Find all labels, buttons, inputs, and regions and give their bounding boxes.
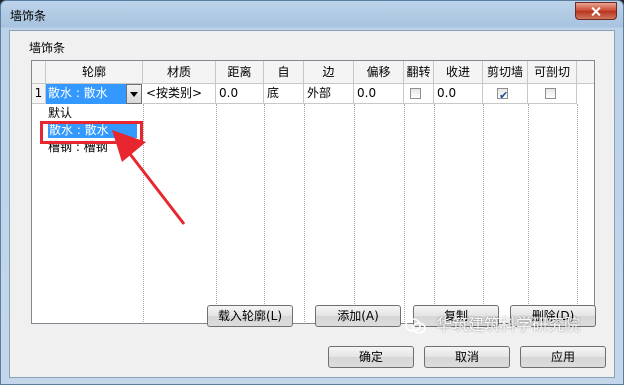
header-profile[interactable]: 轮廓 — [46, 61, 143, 84]
dialog-window: 墙饰条 墙饰条 轮廓 材质 距离 自 边 偏移 翻转 收进 剪切墙 可剖切 1 … — [0, 0, 624, 385]
column-divider — [528, 104, 529, 323]
offset-cell[interactable]: 0.0 — [354, 84, 404, 104]
wechat-icon — [405, 317, 426, 334]
setback-cell[interactable]: 0.0 — [434, 84, 483, 104]
header-side[interactable]: 边 — [304, 61, 354, 84]
header-material[interactable]: 材质 — [143, 61, 216, 84]
close-button[interactable] — [575, 2, 617, 20]
column-divider — [434, 104, 435, 323]
cuttable-checkbox[interactable] — [545, 88, 556, 99]
header-cuttable[interactable]: 可剖切 — [528, 61, 577, 84]
profile-dropdown-button[interactable] — [126, 84, 142, 104]
distance-cell[interactable]: 0.0 — [216, 84, 264, 104]
header-from[interactable]: 自 — [264, 61, 304, 84]
column-divider — [264, 104, 265, 323]
header-flip[interactable]: 翻转 — [404, 61, 434, 84]
header-corner — [32, 61, 46, 84]
cut-wall-checkbox[interactable]: ✔ — [497, 88, 508, 102]
header-cut-wall[interactable]: 剪切墙 — [483, 61, 528, 84]
header-distance[interactable]: 距离 — [216, 61, 264, 84]
row-number: 1 — [32, 84, 46, 104]
annotation-arrow-icon — [112, 130, 186, 225]
cuttable-cell — [528, 84, 577, 104]
group-label: 墙饰条 — [29, 41, 66, 55]
header-offset[interactable]: 偏移 — [354, 61, 404, 84]
column-divider — [577, 104, 578, 323]
add-button[interactable]: 添加(A) — [315, 305, 401, 327]
cut-wall-cell: ✔ — [483, 84, 528, 104]
side-cell[interactable]: 外部 — [304, 84, 354, 104]
checkmark-icon: ✔ — [499, 89, 509, 102]
header-setback[interactable]: 收进 — [434, 61, 483, 84]
watermark-text: 华筑建筑科学研究院 — [436, 315, 581, 334]
from-cell[interactable]: 底 — [264, 84, 304, 104]
column-divider — [404, 104, 405, 323]
ok-button[interactable]: 确定 — [328, 346, 414, 368]
load-profile-button[interactable]: 载入轮廓(L) — [207, 305, 293, 327]
column-divider — [483, 104, 484, 323]
column-divider — [304, 104, 305, 323]
header-filler — [577, 61, 594, 84]
material-cell[interactable]: <按类别> — [143, 84, 216, 104]
column-divider — [354, 104, 355, 323]
title-bar[interactable]: 墙饰条 — [1, 1, 623, 29]
flip-checkbox[interactable] — [410, 88, 421, 99]
cancel-button[interactable]: 取消 — [424, 346, 510, 368]
dropdown-option-default[interactable]: 默认 — [48, 105, 72, 121]
window-title: 墙饰条 — [10, 9, 47, 23]
flip-cell — [404, 84, 434, 104]
profile-combo-value[interactable]: 散水 : 散水 — [46, 84, 126, 104]
column-divider — [216, 104, 217, 323]
watermark: 华筑建筑科学研究院 — [405, 313, 580, 337]
apply-button[interactable]: 应用 — [520, 346, 606, 368]
